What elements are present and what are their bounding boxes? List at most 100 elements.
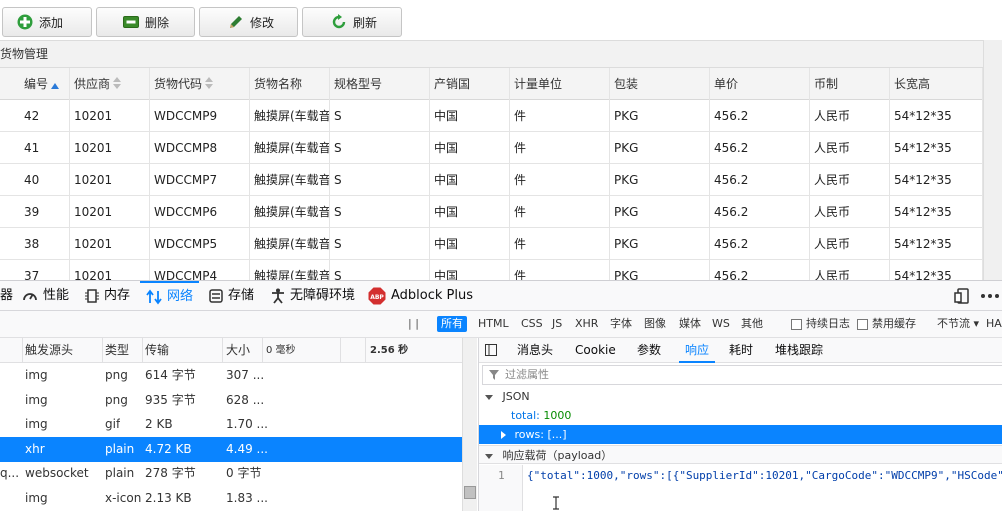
- tab-inspector-label: 器: [0, 288, 14, 303]
- delete-button[interactable]: 删除: [96, 7, 195, 37]
- responsive-mode-button[interactable]: [954, 281, 975, 311]
- filter-ws[interactable]: WS: [708, 316, 734, 332]
- request-row[interactable]: xhr plain 4.72 KB 4.49 ...: [0, 436, 462, 462]
- cell-cargo-code: WDCCMP6: [150, 196, 250, 228]
- table-row[interactable]: 40 10201 WDCCMP7 触摸屏(车载音 S 中国件 PKG 456.2 人民币 54*1…: [0, 164, 983, 196]
- tab-network-label: 网络: [167, 289, 194, 304]
- column-header-label: 包装: [614, 77, 639, 91]
- json-rows[interactable]: rows: [...]: [479, 425, 1002, 444]
- filter-xhr[interactable]: XHR: [571, 316, 602, 332]
- column-header-unit[interactable]: 计量单位: [510, 68, 610, 100]
- column-header-currency[interactable]: 币制: [810, 68, 890, 100]
- column-header-price[interactable]: 单价: [710, 68, 810, 100]
- detail-tab-cookies[interactable]: Cookie: [575, 338, 616, 363]
- column-header-cargo-name[interactable]: 货物名称: [250, 68, 330, 100]
- request-list: 触发源头 类型 传输 大小 0 毫秒 2.56 秒 img png 614 字节 307 ... i…: [0, 338, 477, 511]
- detail-tab-response[interactable]: 响应: [679, 338, 716, 363]
- tab-adblock-plus[interactable]: ABP Adblock Plus: [368, 281, 473, 311]
- table-row[interactable]: 38 10201 WDCCMP5 触摸屏(车载音 S 中国件 PKG 456.2 人民币 54*1…: [0, 228, 983, 260]
- filter-html[interactable]: HTML: [474, 316, 513, 332]
- filter-all[interactable]: 所有: [437, 316, 467, 332]
- filter-media[interactable]: 媒体: [675, 316, 705, 332]
- filter-properties-input[interactable]: 过滤属性: [482, 365, 1002, 385]
- pencil-icon: [228, 14, 244, 30]
- detail-tab-timings[interactable]: 耗时: [729, 338, 753, 363]
- filter-js[interactable]: JS: [548, 316, 566, 332]
- column-header-dimensions[interactable]: 长宽高: [890, 68, 983, 100]
- request-list-scrollbar[interactable]: [462, 338, 477, 511]
- cell-origin-country: 中国: [430, 228, 510, 260]
- cell-currency: 人民币: [810, 260, 890, 280]
- table-row[interactable]: 39 10201 WDCCMP6 触摸屏(车载音 S 中国件 PKG 456.2 人民币 54*1…: [0, 196, 983, 228]
- toggle-panel-button[interactable]: [485, 338, 497, 363]
- detail-tab-headers[interactable]: 消息头: [517, 338, 553, 363]
- request-url-fragment: q...: [0, 466, 20, 480]
- screen: 添加 删除 修改 刷新 货物管理 编号 供应商 货物代码 货物名称 规格型号 产销国 计量单…: [0, 0, 1002, 511]
- disable-cache-checkbox[interactable]: 禁用缓存: [853, 316, 920, 332]
- memory-chip-icon: [85, 288, 99, 304]
- accessibility-icon: [271, 288, 285, 304]
- detail-tab-params[interactable]: 参数: [637, 338, 661, 363]
- table-row[interactable]: 42 10201 WDCCMP9 触摸屏(车载音 S 中国件 PKG 456.2 人民币 54*1…: [0, 100, 983, 132]
- add-button[interactable]: 添加: [2, 7, 92, 37]
- request-row[interactable]: img png 935 字节 628 ...: [0, 388, 462, 413]
- filter-css[interactable]: CSS: [517, 316, 547, 332]
- cell-cargo-code: WDCCMP4: [150, 260, 250, 280]
- detail-tab-stack-trace[interactable]: 堆栈跟踪: [775, 338, 823, 363]
- persist-logs-checkbox[interactable]: 持续日志: [787, 316, 854, 332]
- data-grid: 编号 供应商 货物代码 货物名称 规格型号 产销国 计量单位 包装 单价 币制 长宽高 42 10201…: [0, 68, 983, 280]
- column-divider: [262, 338, 263, 363]
- checkbox-box: [857, 318, 868, 330]
- column-divider: [340, 338, 341, 363]
- cell-origin-country: 中国: [430, 164, 510, 196]
- throttle-select[interactable]: 不节流 ▾: [933, 316, 983, 332]
- filter-images[interactable]: 图像: [640, 316, 670, 332]
- request-row[interactable]: q... websocket plain 278 字节 0 字节: [0, 461, 462, 486]
- pause-button[interactable]: | |: [404, 316, 423, 332]
- column-header-transferred[interactable]: 传输: [145, 338, 169, 363]
- tab-memory[interactable]: 内存: [85, 281, 130, 311]
- persist-logs-label: 持续日志: [806, 317, 850, 330]
- delete-button-label: 删除: [145, 15, 170, 30]
- table-row[interactable]: 41 10201 WDCCMP8 触摸屏(车载音 S 中国件 PKG 456.2 人民币 54*1…: [0, 132, 983, 164]
- request-row[interactable]: img x-icon 2.13 KB 1.83 ...: [0, 486, 462, 511]
- tab-inspector[interactable]: 器: [0, 281, 13, 311]
- column-header-initiator[interactable]: 触发源头: [25, 338, 73, 363]
- filter-fonts[interactable]: 字体: [606, 316, 636, 332]
- scrollbar-thumb[interactable]: [464, 486, 476, 499]
- tab-performance[interactable]: 性能: [22, 281, 69, 311]
- har-menu[interactable]: HAR: [982, 316, 1002, 332]
- column-header-spec[interactable]: 规格型号: [330, 68, 430, 100]
- request-row[interactable]: img png 614 字节 307 ...: [0, 363, 462, 388]
- grid-scrollbar[interactable]: [983, 40, 1002, 280]
- tab-network[interactable]: 网络: [140, 281, 200, 311]
- column-header-waterfall-mark[interactable]: 2.56 秒: [370, 338, 408, 363]
- json-section-header[interactable]: JSON: [479, 387, 1002, 406]
- payload-section-header[interactable]: 响应载荷（payload）: [479, 445, 1002, 464]
- cell-origin-country: 中国: [430, 196, 510, 228]
- column-header-type[interactable]: 类型: [105, 338, 129, 363]
- column-header-id[interactable]: 编号: [20, 68, 70, 100]
- column-header-cargo-code[interactable]: 货物代码: [150, 68, 250, 100]
- tab-accessibility[interactable]: 无障碍环境: [271, 281, 355, 311]
- column-header-origin-country[interactable]: 产销国: [430, 68, 510, 100]
- request-size: 1.70 ...: [226, 417, 268, 431]
- filter-other[interactable]: 其他: [737, 316, 767, 332]
- column-header-waterfall-start[interactable]: 0 毫秒: [266, 338, 296, 363]
- add-button-label: 添加: [39, 15, 64, 30]
- devtools-menu-button[interactable]: [980, 281, 1002, 311]
- request-transfer: 278 字节: [145, 466, 196, 480]
- edit-button[interactable]: 修改: [199, 7, 298, 37]
- tab-storage[interactable]: 存储: [209, 281, 254, 311]
- refresh-button[interactable]: 刷新: [302, 7, 402, 37]
- request-row[interactable]: img gif 2 KB 1.70 ...: [0, 412, 462, 437]
- table-row[interactable]: 37 10201 WDCCMP4 触摸屏(车载音 S 中国件 PKG 456.2 人民币 54*1…: [0, 260, 983, 280]
- request-initiator: img: [25, 417, 48, 431]
- json-rows-value: [...]: [547, 428, 567, 441]
- cell-currency: 人民币: [810, 228, 890, 260]
- json-total-key: total:: [511, 409, 540, 422]
- column-header-size[interactable]: 大小: [226, 338, 250, 363]
- column-header-package[interactable]: 包装: [610, 68, 710, 100]
- column-header-label: 产销国: [434, 77, 471, 91]
- column-header-supplier[interactable]: 供应商: [70, 68, 150, 100]
